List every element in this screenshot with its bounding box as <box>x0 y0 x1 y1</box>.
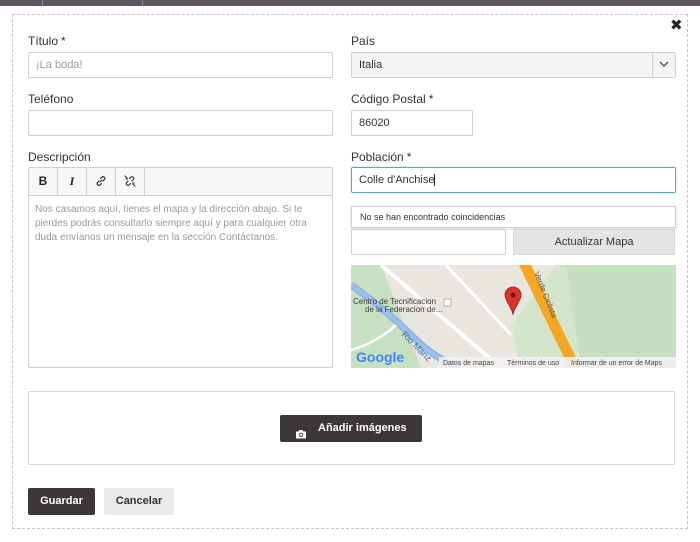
close-icon[interactable]: ✖ <box>670 18 683 34</box>
nav-tab[interactable] <box>43 0 143 6</box>
unlink-button[interactable] <box>116 168 145 195</box>
postal-code-value: 86020 <box>359 117 390 129</box>
postal-code-label-text: Código Postal <box>351 92 426 106</box>
postal-code-label: Código Postal * <box>351 92 433 106</box>
country-select[interactable]: Italia <box>351 52 676 78</box>
description-label: Descripción <box>28 150 91 164</box>
camera-icon <box>295 423 307 450</box>
map-data-link[interactable]: Datos de mapas <box>443 360 494 367</box>
required-marker: * <box>428 92 434 106</box>
link-button[interactable] <box>87 168 116 195</box>
svg-text:Google: Google <box>356 349 404 365</box>
town-label-text: Población <box>351 150 404 164</box>
title-input[interactable]: ¡La boda! <box>28 52 333 78</box>
postal-code-input[interactable]: 86020 <box>351 110 473 136</box>
description-placeholder: Nos casamos aquí, tienes el mapa y la di… <box>35 204 307 243</box>
required-marker: * <box>406 150 412 164</box>
country-label: País <box>351 34 376 48</box>
title-placeholder: ¡La boda! <box>36 59 83 71</box>
save-button[interactable]: Guardar <box>28 488 95 515</box>
description-editor[interactable]: B I Nos casamos aquí, tienes el mapa y l… <box>28 167 333 368</box>
autocomplete-message: No se han encontrado coincidencias <box>351 206 676 228</box>
link-icon <box>96 176 106 186</box>
update-map-button[interactable]: Actualizar Mapa <box>513 229 675 255</box>
country-value: Italia <box>359 59 383 71</box>
phone-input[interactable] <box>28 110 333 136</box>
town-value: Colle d'Anchise <box>359 174 435 186</box>
cancel-button[interactable]: Cancelar <box>104 488 174 515</box>
map-place-label: de la Federacion de... <box>365 305 442 314</box>
town-label: Población * <box>351 150 411 164</box>
map-terms-link[interactable]: Términos de uso <box>507 360 559 367</box>
add-images-button[interactable]: Añadir imágenes <box>280 415 422 442</box>
map-view[interactable]: Centro de Tecnificacion de la Federacion… <box>351 265 676 368</box>
required-marker: * <box>61 34 66 48</box>
phone-label: Teléfono <box>28 92 74 106</box>
title-label: Título * <box>28 34 66 48</box>
italic-button[interactable]: I <box>58 168 87 195</box>
nav-tab[interactable] <box>0 0 43 6</box>
unlink-icon <box>124 175 136 187</box>
top-nav-bar <box>0 0 700 6</box>
map-poi-icon <box>443 298 452 307</box>
chevron-down-icon <box>652 53 675 77</box>
town-input[interactable]: Colle d'Anchise <box>351 167 676 193</box>
google-logo: Google <box>356 349 404 365</box>
add-images-label: Añadir imágenes <box>318 422 407 434</box>
text-cursor <box>434 174 436 187</box>
map-canvas[interactable]: Centro de Tecnificacion de la Federacion… <box>351 265 676 368</box>
map-report-link[interactable]: Informar de un error de Maps <box>571 360 663 367</box>
title-label-text: Título <box>28 34 59 48</box>
address-input[interactable] <box>351 229 506 255</box>
editor-toolbar: B I <box>29 168 332 196</box>
bold-button[interactable]: B <box>29 168 58 195</box>
